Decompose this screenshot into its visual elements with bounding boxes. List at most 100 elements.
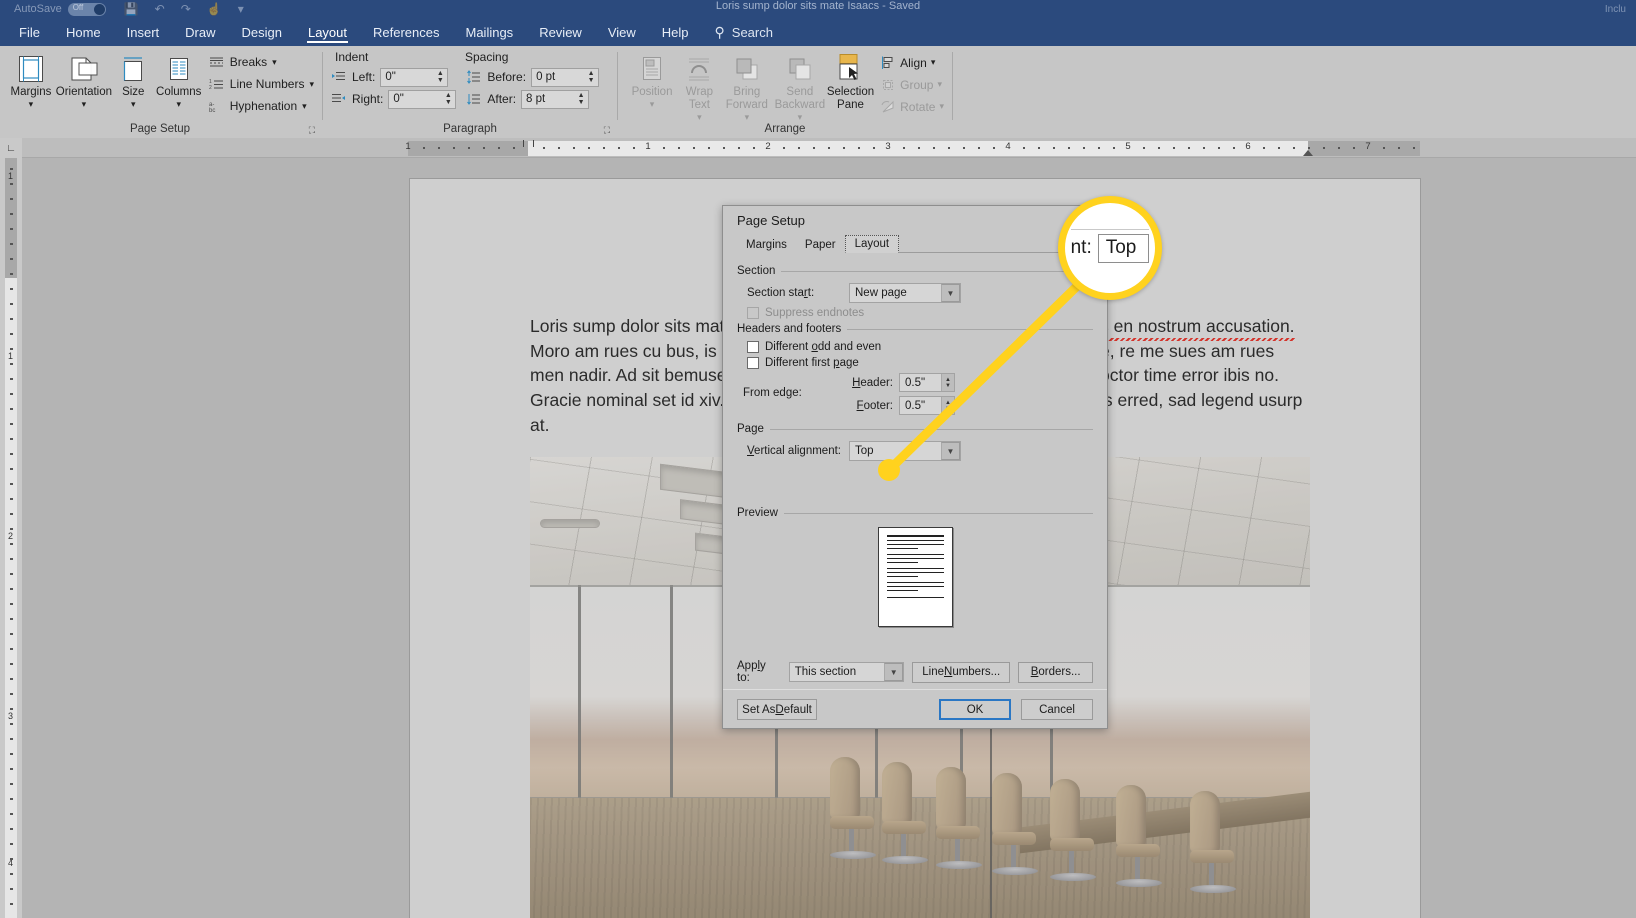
group-button[interactable]: Group ▾ <box>880 74 944 95</box>
first-line-indent-marker[interactable] <box>523 140 534 147</box>
ruler-tick <box>1398 147 1400 149</box>
tab-file[interactable]: File <box>6 18 53 46</box>
paragraph-dialog-launcher[interactable]: ⛶ <box>604 125 610 136</box>
position-button[interactable]: Position ▾ <box>626 50 678 109</box>
stepper-arrows[interactable]: ▲ ▼ <box>941 374 954 391</box>
vruler-tick <box>10 363 13 365</box>
cancel-button[interactable]: Cancel <box>1021 699 1093 720</box>
stepper-arrows[interactable]: ▲ ▼ <box>575 91 587 108</box>
stepper-arrows[interactable]: ▲ ▼ <box>442 91 454 108</box>
margins-button[interactable]: Margins ▾ <box>6 50 56 109</box>
group-rule <box>781 270 1093 272</box>
line-numbers-dialog-button[interactable]: Line Numbers... <box>912 661 1011 683</box>
align-button[interactable]: Align ▾ <box>880 52 944 73</box>
chevron-down-icon[interactable]: ▾ <box>131 100 136 109</box>
spacing-before-input[interactable]: 0 pt ▲ ▼ <box>531 67 600 87</box>
hyphenation-button[interactable]: a- bc Hyphenation ▾ <box>209 95 314 117</box>
group-arrange: Position ▾ Wrap Text ▾ Bring Forward ▾ S… <box>620 46 950 138</box>
tab-design[interactable]: Design <box>229 18 295 46</box>
dialog-tab-margins[interactable]: Margins <box>737 237 796 253</box>
chevron-down-icon[interactable]: ▾ <box>931 57 936 68</box>
chevron-down-icon[interactable]: ▾ <box>650 100 655 109</box>
window-title-bar: AutoSave Off 💾 ↶ ↷ ☝ ▾ Loris sump dolor … <box>0 0 1636 18</box>
vruler-tick <box>10 693 13 695</box>
vruler-tick <box>10 558 13 560</box>
apply-to-combo[interactable]: This section ▼ <box>788 662 905 682</box>
size-button[interactable]: Size ▾ <box>112 50 155 109</box>
spacing-after-label: After: <box>487 92 517 106</box>
ribbon-tab-strip[interactable]: File Home Insert Draw Design Layout Refe… <box>0 18 1636 46</box>
suppress-endnotes-checkbox[interactable]: Suppress endnotes <box>747 307 1093 319</box>
indent-header: Indent <box>335 50 369 64</box>
set-as-default-button[interactable]: Set As Default <box>737 699 817 720</box>
tab-insert[interactable]: Insert <box>114 18 173 46</box>
send-backward-button[interactable]: Send Backward ▾ <box>773 50 827 122</box>
chevron-down-icon[interactable]: ▾ <box>937 79 942 90</box>
search-box[interactable]: ⚲ Search <box>702 18 786 46</box>
ruler-tick <box>468 147 470 149</box>
dialog-tab-layout[interactable]: Layout <box>844 235 900 253</box>
chevron-down-icon[interactable]: ▼ <box>941 284 960 302</box>
orientation-button[interactable]: Orientation ▾ <box>56 50 112 109</box>
borders-dialog-button[interactable]: Borders... <box>1018 661 1093 683</box>
header-distance-input[interactable]: 0.5" ▲ ▼ <box>899 373 955 392</box>
indent-left-input[interactable]: 0" ▲ ▼ <box>380 67 449 87</box>
wrap-text-button[interactable]: Wrap Text ▾ <box>678 50 721 122</box>
dialog-tab-strip[interactable]: Margins Paper Layout <box>723 234 1107 253</box>
tab-home[interactable]: Home <box>53 18 114 46</box>
spacing-before-label: Before: <box>487 70 527 84</box>
chevron-down-icon[interactable]: ▾ <box>176 100 181 109</box>
chevron-down-icon[interactable]: ▾ <box>697 113 702 122</box>
vertical-alignment-combo[interactable]: Top ▼ <box>849 441 961 461</box>
page-setup-dialog-launcher[interactable]: ⛶ <box>309 125 315 136</box>
chevron-down-icon[interactable]: ▾ <box>745 113 750 122</box>
line-numbers-button[interactable]: 1 2 Line Numbers ▾ <box>209 73 314 95</box>
tab-view[interactable]: View <box>595 18 649 46</box>
chevron-down-icon[interactable]: ▾ <box>302 101 307 112</box>
tab-help[interactable]: Help <box>649 18 702 46</box>
ruler-tick <box>588 147 590 149</box>
selection-pane-button[interactable]: Selection Pane <box>827 50 874 112</box>
chevron-down-icon[interactable]: ▾ <box>29 100 34 109</box>
bring-forward-button[interactable]: Bring Forward ▾ <box>721 50 773 122</box>
document-title: Loris sump dolor sits mate Isaacs - Save… <box>715 0 921 12</box>
breaks-button[interactable]: Breaks ▾ <box>209 51 314 73</box>
stepper-arrows[interactable]: ▲ ▼ <box>941 397 954 414</box>
tab-references[interactable]: References <box>360 18 452 46</box>
chevron-down-icon[interactable]: ▾ <box>309 79 314 90</box>
indent-right-input[interactable]: 0" ▲ ▼ <box>388 89 457 109</box>
different-odd-even-checkbox[interactable]: Different odd and even <box>747 341 1093 353</box>
columns-button[interactable]: Columns ▾ <box>155 50 203 109</box>
tab-draw[interactable]: Draw <box>172 18 228 46</box>
vruler-tick <box>10 528 13 530</box>
document-paragraph-right-fragments: s en nostrum accusation. e, re me sues a… <box>1100 314 1360 413</box>
horizontal-ruler[interactable]: ∟ 1 1 2 3 4 5 6 7 (function(){ var r=doc… <box>0 138 1636 158</box>
vertical-ruler[interactable]: 1 1 2 3 4 (function(){ var r=document.qu… <box>0 158 22 918</box>
ok-button[interactable]: OK <box>939 699 1011 720</box>
stepper-arrows[interactable]: ▲ ▼ <box>434 69 446 86</box>
tab-stop-icon[interactable]: ∟ <box>0 138 22 158</box>
selection-pane-icon <box>836 52 864 86</box>
tab-mailings[interactable]: Mailings <box>453 18 527 46</box>
footer-distance-input[interactable]: 0.5" ▲ ▼ <box>899 396 955 415</box>
tab-layout[interactable]: Layout <box>295 18 360 46</box>
chevron-down-icon[interactable]: ▾ <box>798 113 803 122</box>
page-setup-dialog[interactable]: Page Setup ? Margins Paper Layout Sectio… <box>722 205 1108 729</box>
chevron-down-icon[interactable]: ▼ <box>941 442 960 460</box>
chevron-down-icon[interactable]: ▾ <box>82 100 87 109</box>
ruler-tick <box>678 147 680 149</box>
different-first-page-checkbox[interactable]: Different first page <box>747 357 1093 369</box>
section-start-combo[interactable]: New page ▼ <box>849 283 961 303</box>
stepper-arrows[interactable]: ▲ ▼ <box>585 69 597 86</box>
vertical-alignment-value: Top <box>855 445 874 457</box>
spacing-after-input[interactable]: 8 pt ▲ ▼ <box>521 89 590 109</box>
rotate-button[interactable]: Rotate ▾ <box>880 96 944 117</box>
right-indent-marker[interactable] <box>1303 150 1313 156</box>
chevron-down-icon[interactable]: ▾ <box>939 101 944 112</box>
chevron-down-icon[interactable]: ▾ <box>272 57 277 68</box>
chevron-down-icon[interactable]: ▼ <box>884 663 904 681</box>
tab-review[interactable]: Review <box>526 18 595 46</box>
ruler-tick <box>708 147 710 149</box>
dialog-tab-paper[interactable]: Paper <box>795 237 845 253</box>
rotate-label: Rotate <box>900 99 936 114</box>
